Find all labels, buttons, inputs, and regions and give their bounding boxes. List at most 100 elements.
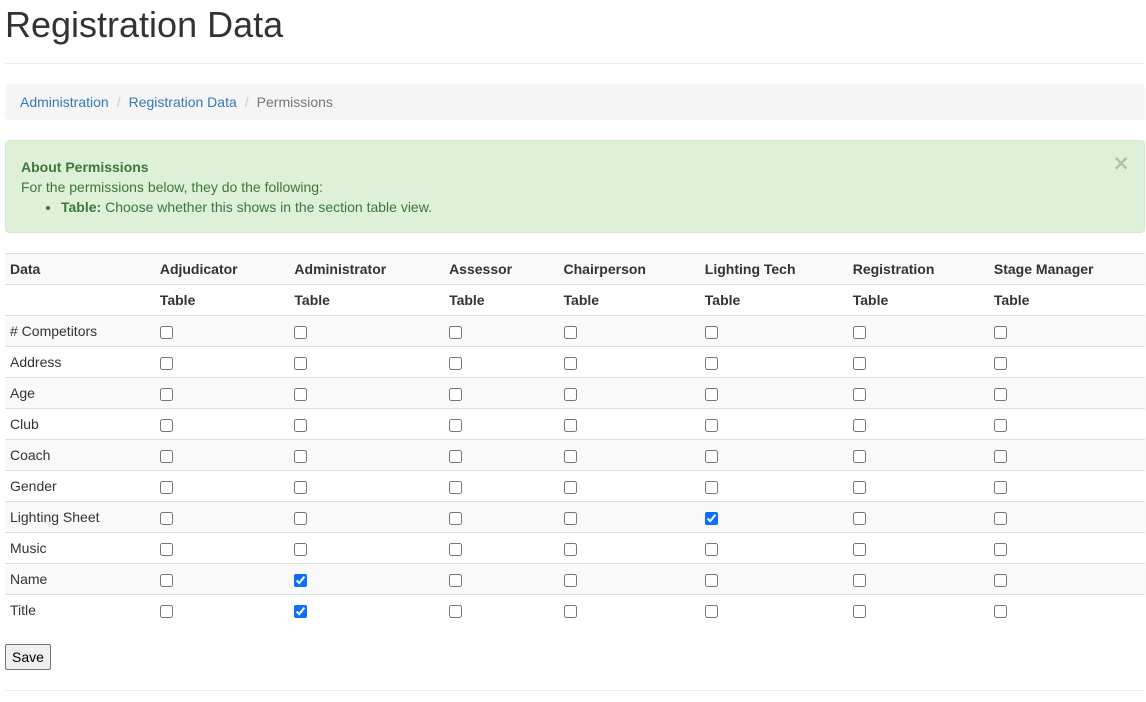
table-permission-checkbox[interactable] <box>563 480 577 494</box>
table-permission-checkbox[interactable] <box>563 604 577 618</box>
table-permission-checkbox[interactable] <box>294 542 308 556</box>
table-permission-checkbox[interactable] <box>993 449 1007 463</box>
permission-cell <box>988 315 1145 347</box>
permission-cell <box>444 439 559 471</box>
table-permission-checkbox[interactable] <box>449 480 463 494</box>
permission-cell <box>154 501 290 533</box>
table-permission-checkbox[interactable] <box>294 480 308 494</box>
table-permission-checkbox[interactable] <box>294 449 308 463</box>
page-title: Registration Data <box>5 4 284 45</box>
permission-cell <box>289 315 445 347</box>
table-permission-checkbox[interactable] <box>704 325 718 339</box>
table-permission-checkbox[interactable] <box>704 480 718 494</box>
table-permission-checkbox[interactable] <box>294 511 308 525</box>
table-permission-checkbox[interactable] <box>159 387 173 401</box>
table-permission-checkbox[interactable] <box>852 449 866 463</box>
table-permission-checkbox[interactable] <box>852 573 866 587</box>
table-permission-checkbox[interactable] <box>294 418 308 432</box>
permission-cell <box>154 346 290 378</box>
sub-header-row: Table Table Table Table Table Table Table <box>5 284 1145 316</box>
table-permission-checkbox[interactable] <box>449 604 463 618</box>
permission-cell <box>699 501 848 533</box>
table-permission-checkbox[interactable] <box>449 542 463 556</box>
table-permission-checkbox[interactable] <box>704 542 718 556</box>
breadcrumb-registration-data[interactable]: Registration Data <box>129 94 237 110</box>
table-permission-checkbox[interactable] <box>449 573 463 587</box>
column-subheader-table: Table <box>988 284 1145 316</box>
permission-cell <box>699 377 848 409</box>
table-permission-checkbox[interactable] <box>704 573 718 587</box>
row-label: Name <box>5 563 155 595</box>
permission-cell <box>154 594 290 625</box>
table-permission-checkbox[interactable] <box>563 387 577 401</box>
table-permission-checkbox[interactable] <box>852 604 866 618</box>
permission-cell <box>444 470 559 502</box>
table-permission-checkbox[interactable] <box>993 356 1007 370</box>
table-permission-checkbox[interactable] <box>704 604 718 618</box>
table-permission-checkbox[interactable] <box>159 356 173 370</box>
permission-cell <box>558 315 700 347</box>
table-permission-checkbox[interactable] <box>704 418 718 432</box>
table-permission-checkbox[interactable] <box>294 325 308 339</box>
table-permission-checkbox[interactable] <box>993 573 1007 587</box>
table-permission-checkbox[interactable] <box>993 542 1007 556</box>
alert-list: Table: Choose whether this shows in the … <box>21 197 1129 217</box>
table-permission-checkbox[interactable] <box>563 356 577 370</box>
table-permission-checkbox[interactable] <box>159 511 173 525</box>
table-permission-checkbox[interactable] <box>449 356 463 370</box>
table-permission-checkbox[interactable] <box>159 418 173 432</box>
table-permission-checkbox[interactable] <box>993 418 1007 432</box>
table-permission-checkbox[interactable] <box>563 418 577 432</box>
save-button[interactable]: Save <box>5 644 51 670</box>
table-permission-checkbox[interactable] <box>159 542 173 556</box>
table-permission-checkbox[interactable] <box>704 449 718 463</box>
permission-cell <box>847 377 989 409</box>
table-permission-checkbox[interactable] <box>704 387 718 401</box>
table-permission-checkbox[interactable] <box>563 449 577 463</box>
table-permission-checkbox[interactable] <box>563 511 577 525</box>
table-permission-checkbox[interactable] <box>852 387 866 401</box>
permission-cell <box>154 315 290 347</box>
table-permission-checkbox[interactable] <box>159 604 173 618</box>
table-permission-checkbox[interactable] <box>563 325 577 339</box>
breadcrumb-administration[interactable]: Administration <box>20 94 109 110</box>
table-permission-checkbox[interactable] <box>449 511 463 525</box>
alert-description: Choose whether this shows in the section… <box>105 199 432 215</box>
breadcrumb: Administration / Registration Data / Permiss… <box>5 84 1145 120</box>
table-permission-checkbox[interactable] <box>704 511 718 525</box>
close-icon[interactable]: × <box>1112 153 1130 174</box>
table-permission-checkbox[interactable] <box>294 356 308 370</box>
table-permission-checkbox[interactable] <box>563 542 577 556</box>
table-permission-checkbox[interactable] <box>159 573 173 587</box>
table-permission-checkbox[interactable] <box>852 356 866 370</box>
table-permission-checkbox[interactable] <box>852 542 866 556</box>
table-permission-checkbox[interactable] <box>449 387 463 401</box>
table-permission-checkbox[interactable] <box>852 511 866 525</box>
table-permission-checkbox[interactable] <box>704 356 718 370</box>
table-permission-checkbox[interactable] <box>993 387 1007 401</box>
table-permission-checkbox[interactable] <box>294 573 308 587</box>
permission-cell <box>289 377 445 409</box>
table-permission-checkbox[interactable] <box>993 511 1007 525</box>
table-permission-checkbox[interactable] <box>993 604 1007 618</box>
permission-cell <box>289 439 445 471</box>
permission-cell <box>988 346 1145 378</box>
table-permission-checkbox[interactable] <box>993 480 1007 494</box>
table-permission-checkbox[interactable] <box>852 418 866 432</box>
table-permission-checkbox[interactable] <box>159 325 173 339</box>
table-permission-checkbox[interactable] <box>159 449 173 463</box>
table-permission-checkbox[interactable] <box>294 604 308 618</box>
table-permission-checkbox[interactable] <box>993 325 1007 339</box>
table-permission-checkbox[interactable] <box>159 480 173 494</box>
column-header-role: Assessor <box>444 253 559 285</box>
table-permission-checkbox[interactable] <box>449 418 463 432</box>
column-subheader-table: Table <box>847 284 989 316</box>
table-permission-checkbox[interactable] <box>449 325 463 339</box>
permission-cell <box>699 439 848 471</box>
table-permission-checkbox[interactable] <box>852 480 866 494</box>
table-permission-checkbox[interactable] <box>449 449 463 463</box>
table-permission-checkbox[interactable] <box>563 573 577 587</box>
permission-cell <box>289 563 445 595</box>
table-permission-checkbox[interactable] <box>852 325 866 339</box>
table-permission-checkbox[interactable] <box>294 387 308 401</box>
